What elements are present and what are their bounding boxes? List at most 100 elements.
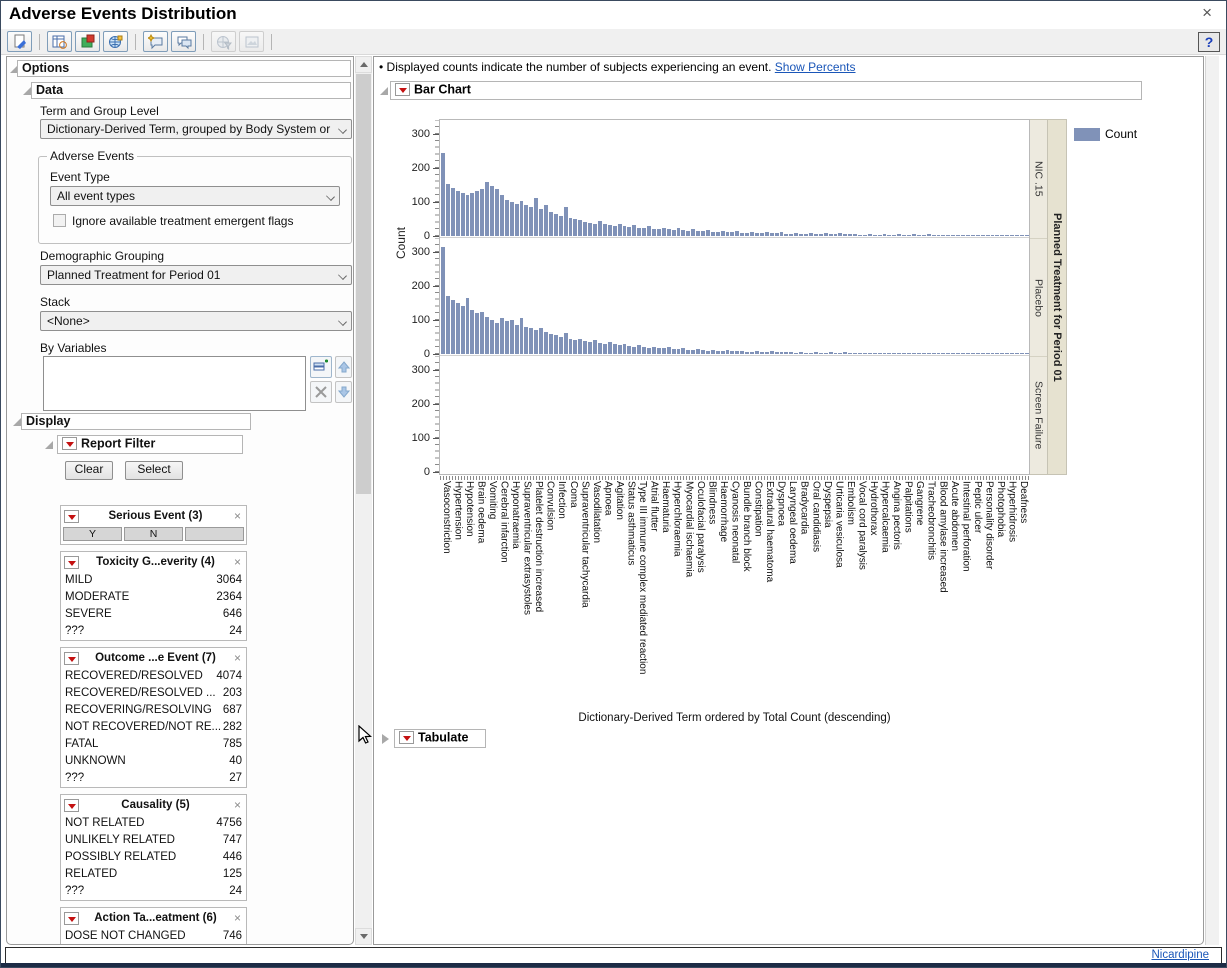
bar[interactable] — [564, 207, 568, 236]
bar[interactable] — [780, 352, 784, 354]
bar[interactable] — [637, 228, 641, 237]
bar[interactable] — [907, 235, 911, 236]
bar[interactable] — [853, 353, 857, 354]
bar[interactable] — [907, 353, 911, 354]
bar[interactable] — [809, 233, 813, 236]
bar[interactable] — [740, 351, 744, 354]
collapse-triangle-tabulate[interactable] — [382, 734, 389, 744]
bar[interactable] — [892, 353, 896, 354]
filter-option-button[interactable]: Y — [63, 527, 122, 541]
bar[interactable] — [946, 235, 950, 236]
bar[interactable] — [765, 232, 769, 236]
display-header[interactable]: Display — [21, 413, 251, 430]
bar[interactable] — [475, 313, 479, 354]
bar[interactable] — [446, 296, 450, 354]
bar[interactable] — [932, 353, 936, 354]
bar[interactable] — [848, 353, 852, 354]
scroll-up-icon[interactable] — [355, 56, 372, 73]
data-table-icon[interactable] — [47, 31, 72, 52]
bar[interactable] — [917, 353, 921, 354]
bar[interactable] — [941, 353, 945, 354]
bar[interactable] — [608, 225, 612, 236]
bar[interactable] — [775, 233, 779, 236]
bar[interactable] — [534, 198, 538, 236]
bar[interactable] — [991, 353, 995, 354]
journal-icon[interactable] — [75, 31, 100, 52]
filter-row[interactable]: ???24 — [61, 623, 246, 640]
bar[interactable] — [1020, 235, 1024, 236]
red-triangle-icon[interactable] — [399, 731, 414, 744]
bar[interactable] — [721, 231, 725, 236]
picture-icon[interactable] — [239, 31, 264, 52]
bar[interactable] — [451, 300, 455, 354]
bar[interactable] — [971, 353, 975, 354]
bar[interactable] — [1025, 353, 1029, 354]
bar[interactable] — [549, 212, 553, 236]
bar[interactable] — [868, 353, 872, 354]
bar[interactable] — [868, 234, 872, 236]
bar[interactable] — [696, 231, 700, 236]
filter-row[interactable]: MILD3064 — [61, 572, 246, 589]
filter-row[interactable]: RECOVERED/RESOLVED ...203 — [61, 685, 246, 702]
bar[interactable] — [652, 347, 656, 354]
bar[interactable] — [451, 188, 455, 236]
bar[interactable] — [971, 235, 975, 236]
filter-row[interactable]: DOSE NOT CHANGED746 — [61, 928, 246, 945]
bar[interactable] — [726, 350, 730, 354]
bar[interactable] — [539, 328, 543, 354]
bar[interactable] — [824, 233, 828, 236]
bar[interactable] — [858, 353, 862, 354]
bar[interactable] — [672, 349, 676, 354]
options-header[interactable]: Options — [17, 60, 351, 77]
bar[interactable] — [966, 235, 970, 236]
move-down-icon[interactable] — [335, 381, 352, 403]
bar[interactable] — [706, 351, 710, 354]
bar[interactable] — [941, 235, 945, 236]
collapse-triangle-data[interactable] — [23, 87, 31, 95]
bar[interactable] — [554, 214, 558, 236]
bar[interactable] — [466, 195, 470, 236]
by-variables-listbox[interactable] — [43, 356, 306, 411]
red-triangle-icon[interactable] — [64, 652, 79, 665]
bar[interactable] — [686, 350, 690, 354]
scrollbar-thumb[interactable] — [356, 74, 371, 494]
bar[interactable] — [495, 323, 499, 354]
bar[interactable] — [520, 201, 524, 236]
bar[interactable] — [995, 235, 999, 236]
bar[interactable] — [667, 229, 671, 236]
bar[interactable] — [784, 352, 788, 354]
bar[interactable] — [446, 184, 450, 236]
bar[interactable] — [730, 351, 734, 354]
bar[interactable] — [456, 303, 460, 354]
collapse-triangle-bar-chart[interactable] — [380, 87, 388, 95]
bar[interactable] — [559, 216, 563, 236]
bar[interactable] — [441, 247, 445, 354]
bar[interactable] — [1005, 353, 1009, 354]
bar[interactable] — [544, 205, 548, 236]
bar[interactable] — [784, 234, 788, 236]
bar[interactable] — [770, 233, 774, 236]
bar[interactable] — [848, 234, 852, 236]
bar[interactable] — [588, 342, 592, 354]
bar[interactable] — [873, 235, 877, 236]
collapse-triangle-display[interactable] — [13, 418, 21, 426]
sidebar-scrollbar[interactable] — [355, 56, 372, 945]
bar-chart-header[interactable]: Bar Chart — [390, 81, 1142, 100]
bar[interactable] — [956, 353, 960, 354]
bar[interactable] — [838, 353, 842, 354]
bar[interactable] — [569, 339, 573, 354]
bar[interactable] — [456, 191, 460, 236]
bar[interactable] — [573, 340, 577, 354]
bar[interactable] — [1025, 235, 1029, 236]
show-percents-link[interactable]: Show Percents — [775, 60, 856, 74]
red-triangle-icon[interactable] — [62, 437, 77, 450]
bar[interactable] — [902, 353, 906, 354]
bar[interactable] — [1020, 353, 1024, 354]
bar[interactable] — [711, 232, 715, 236]
show-notes-icon[interactable] — [171, 31, 196, 52]
bar[interactable] — [1010, 353, 1014, 354]
bar[interactable] — [485, 317, 489, 354]
filter-row[interactable]: NOT RELATED4756 — [61, 815, 246, 832]
bar[interactable] — [588, 223, 592, 236]
bar[interactable] — [578, 220, 582, 236]
